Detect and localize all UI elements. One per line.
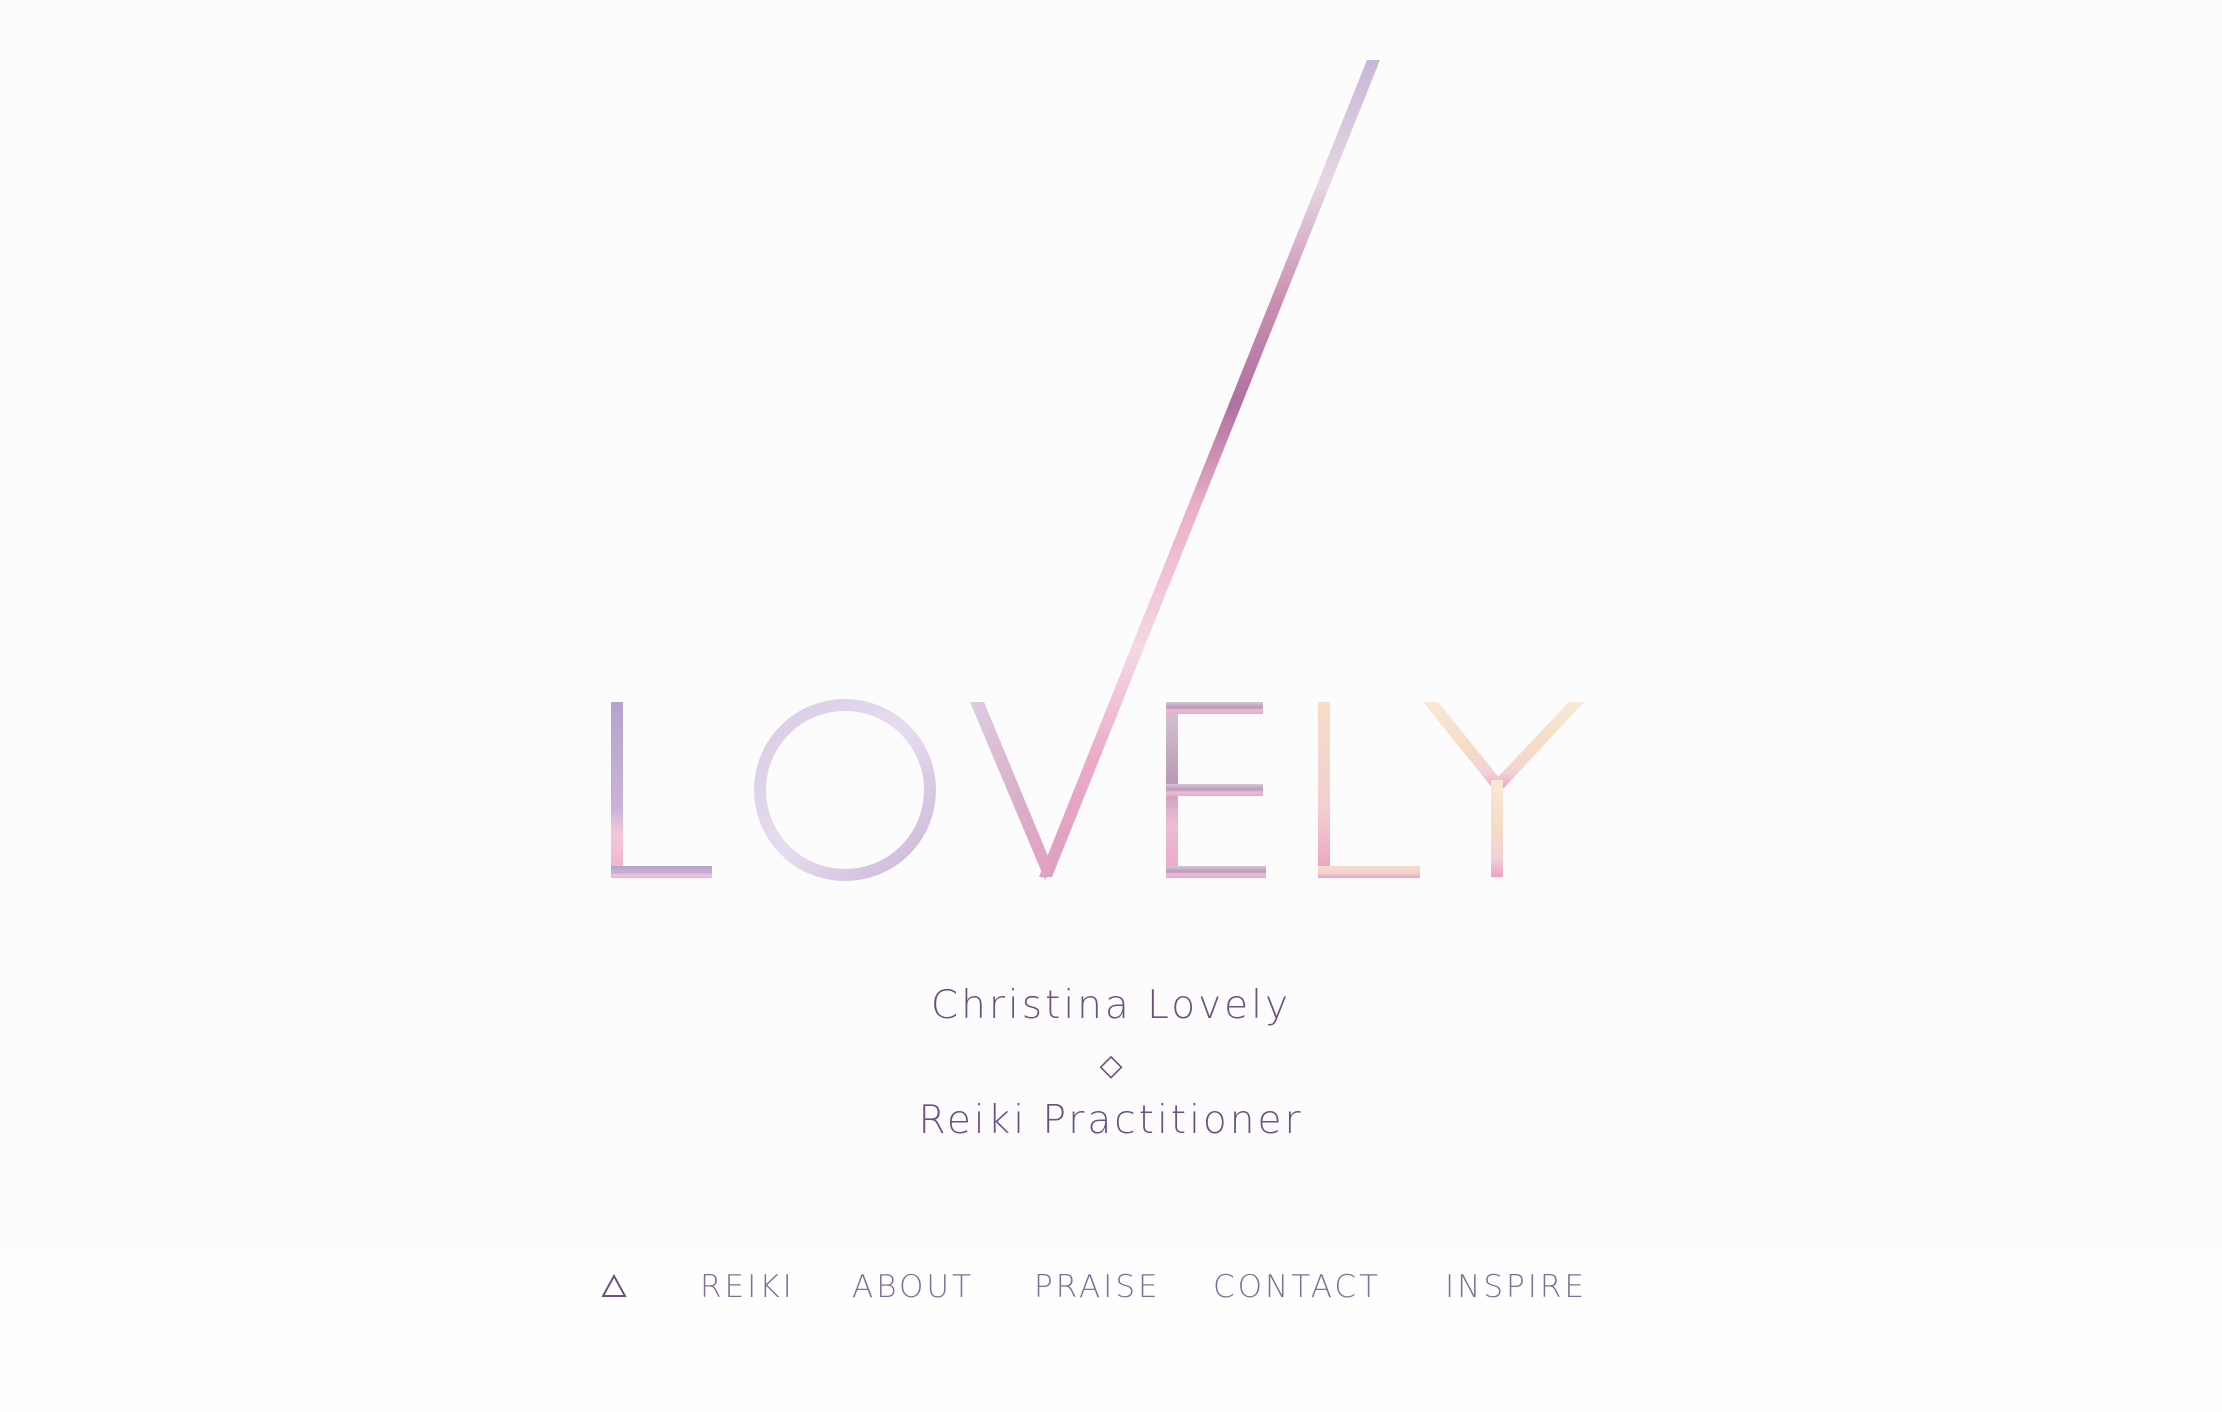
practitioner-title: Reiki Practitioner: [918, 1098, 1304, 1143]
practitioner-name: Christina Lovely: [930, 983, 1292, 1028]
logo-letter-v: [970, 702, 1052, 880]
lovely-logo: [611, 60, 1584, 881]
logo-letter-l: [611, 702, 712, 878]
logo-letter-e: [1166, 702, 1266, 878]
home-triangle-icon[interactable]: [601, 1274, 627, 1298]
logo-letter-l2: [1318, 702, 1420, 878]
diamond-divider-icon: ◇: [1099, 1048, 1123, 1083]
nav-item-praise[interactable]: PRAISE: [1034, 1266, 1161, 1308]
nav-item-about[interactable]: ABOUT: [852, 1266, 974, 1308]
nav-item-contact[interactable]: CONTACT: [1213, 1266, 1381, 1308]
nav-item-reiki[interactable]: REIKI: [700, 1266, 795, 1308]
page: Christina Lovely ◇ Reiki Practitioner RE…: [0, 0, 2222, 1412]
logo-letter-y: [1423, 702, 1584, 877]
logo-letter-o: [754, 699, 936, 881]
hero-section: Christina Lovely ◇ Reiki Practitioner: [0, 0, 2222, 1250]
main-nav: REIKI ABOUT PRAISE CONTACT INSPIRE: [0, 1266, 2222, 1308]
nav-item-inspire[interactable]: INSPIRE: [1445, 1266, 1587, 1308]
